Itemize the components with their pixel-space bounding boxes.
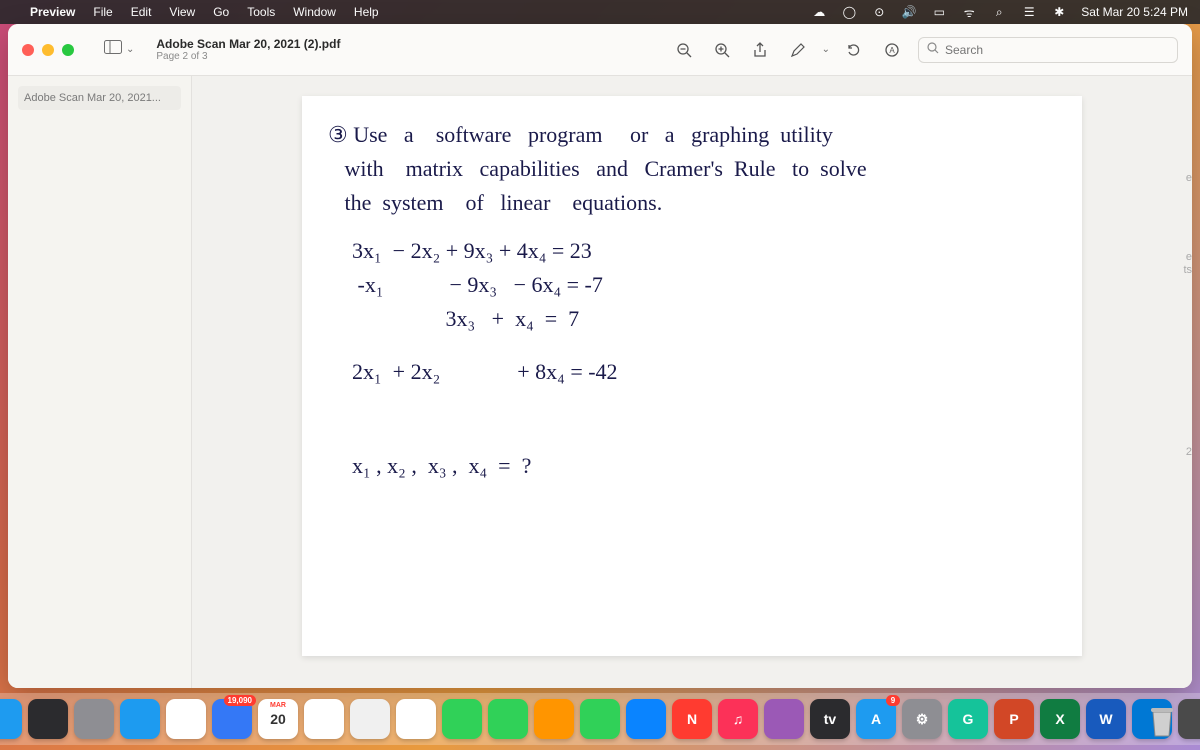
trash-icon[interactable] — [1142, 701, 1182, 741]
dock-keynote[interactable] — [626, 699, 666, 739]
wifi-icon[interactable]: ᯤ — [961, 4, 977, 20]
dock-reminders[interactable] — [304, 699, 344, 739]
dock-photos[interactable] — [396, 699, 436, 739]
spotlight-icon[interactable]: ⌕ — [991, 4, 1007, 20]
highlight-icon[interactable]: A — [878, 36, 906, 64]
thumbnail-sidebar: Adobe Scan Mar 20, 2021... — [8, 76, 192, 688]
window-zoom-button[interactable] — [62, 44, 74, 56]
page-indicator: Page 2 of 3 — [156, 51, 340, 62]
share-icon[interactable] — [746, 36, 774, 64]
zoom-out-icon[interactable] — [670, 36, 698, 64]
dock-safari[interactable] — [120, 699, 160, 739]
equation-line: 2x₁ + 2x₂ + 8x₄ = -42 — [352, 355, 1056, 389]
dock-news[interactable]: N — [672, 699, 712, 739]
dock-grammarly[interactable]: G — [948, 699, 988, 739]
handwriting-line: the system of linear equations. — [328, 186, 1056, 220]
dock-powerpoint[interactable]: P — [994, 699, 1034, 739]
chevron-down-icon[interactable]: ⌄ — [822, 44, 830, 55]
menubar: Preview File Edit View Go Tools Window H… — [0, 0, 1200, 24]
sidebar-thumbnail[interactable]: Adobe Scan Mar 20, 2021... — [18, 86, 181, 110]
menu-go[interactable]: Go — [213, 5, 229, 19]
markup-icon[interactable] — [784, 36, 812, 64]
handwriting-line: x₁ , x₂ , x₃ , x₄ = ? — [352, 449, 1056, 483]
dock-chrome[interactable] — [166, 699, 206, 739]
peek-text: ts — [1183, 264, 1192, 276]
dock: 19,09020MAR N♫ tvA9⚙GPXW — [0, 693, 1200, 745]
dock-calendar[interactable]: 20MAR — [258, 699, 298, 739]
document-viewport[interactable]: ③ Use a software program or a graphing u… — [192, 76, 1192, 688]
menu-tools[interactable]: Tools — [247, 5, 275, 19]
menu-help[interactable]: Help — [354, 5, 379, 19]
rotate-icon[interactable] — [840, 36, 868, 64]
sync-icon[interactable]: ◯ — [841, 4, 857, 20]
volume-icon[interactable]: 🔊 — [901, 4, 917, 20]
menu-edit[interactable]: Edit — [131, 5, 152, 19]
cloud-icon[interactable]: ☁ — [811, 4, 827, 20]
handwriting-line: with matrix capabilities and Cramer's Ru… — [328, 152, 1056, 186]
dock-settings[interactable]: ⚙ — [902, 699, 942, 739]
dock-mail[interactable]: 19,090 — [212, 699, 252, 739]
peek-text: e — [1186, 172, 1192, 184]
toolbar: ⌄ Adobe Scan Mar 20, 2021 (2).pdf Page 2… — [8, 24, 1192, 76]
badge: 9 — [886, 695, 900, 706]
dock-music[interactable]: ♫ — [718, 699, 758, 739]
window-close-button[interactable] — [22, 44, 34, 56]
clock[interactable]: Sat Mar 20 5:24 PM — [1081, 5, 1188, 19]
dock-appstore[interactable]: A9 — [856, 699, 896, 739]
dock-finder[interactable] — [0, 699, 22, 739]
dock-excel[interactable]: X — [1040, 699, 1080, 739]
dock-numbers[interactable] — [580, 699, 620, 739]
dock-siri[interactable] — [28, 699, 68, 739]
window-minimize-button[interactable] — [42, 44, 54, 56]
record-icon[interactable]: ⊙ — [871, 4, 887, 20]
peek-text: e — [1186, 251, 1192, 263]
equation-line: -x₁ − 9x₃ − 6x₄ = -7 — [352, 268, 1056, 302]
menu-window[interactable]: Window — [293, 5, 336, 19]
menu-file[interactable]: File — [93, 5, 112, 19]
dock-freeform[interactable] — [350, 699, 390, 739]
sidebar-toggle-icon[interactable] — [104, 40, 122, 59]
svg-text:A: A — [889, 46, 895, 55]
search-field[interactable] — [918, 37, 1178, 63]
dock-facetime[interactable] — [488, 699, 528, 739]
dock-word[interactable]: W — [1086, 699, 1126, 739]
preview-window: ⌄ Adobe Scan Mar 20, 2021 (2).pdf Page 2… — [8, 24, 1192, 688]
dock-tv[interactable]: tv — [810, 699, 850, 739]
zoom-in-icon[interactable] — [708, 36, 736, 64]
control-center-icon[interactable]: ☰ — [1021, 4, 1037, 20]
battery-icon[interactable]: ▭ — [931, 4, 947, 20]
document-title: Adobe Scan Mar 20, 2021 (2).pdf — [156, 37, 340, 51]
equation-line: 3x₁ − 2x₂ + 9x₃ + 4x₄ = 23 — [352, 234, 1056, 268]
document-title-block: Adobe Scan Mar 20, 2021 (2).pdf Page 2 o… — [156, 37, 340, 62]
search-icon — [927, 41, 939, 59]
dock-podcasts[interactable] — [764, 699, 804, 739]
dock-messages[interactable] — [442, 699, 482, 739]
menu-view[interactable]: View — [169, 5, 195, 19]
dock-pages[interactable] — [534, 699, 574, 739]
chevron-down-icon[interactable]: ⌄ — [126, 44, 134, 55]
pdf-page: ③ Use a software program or a graphing u… — [302, 96, 1082, 656]
app-menu[interactable]: Preview — [30, 5, 75, 19]
peek-text: 2 — [1186, 446, 1192, 458]
equation-line: 3x₃ + x₄ = 7 — [352, 302, 1056, 336]
notification-icon[interactable]: ✱ — [1051, 4, 1067, 20]
search-input[interactable] — [945, 43, 1169, 57]
dock-launchpad[interactable] — [74, 699, 114, 739]
handwriting-line: ③ Use a software program or a graphing u… — [328, 118, 1056, 152]
badge: 19,090 — [224, 695, 256, 706]
